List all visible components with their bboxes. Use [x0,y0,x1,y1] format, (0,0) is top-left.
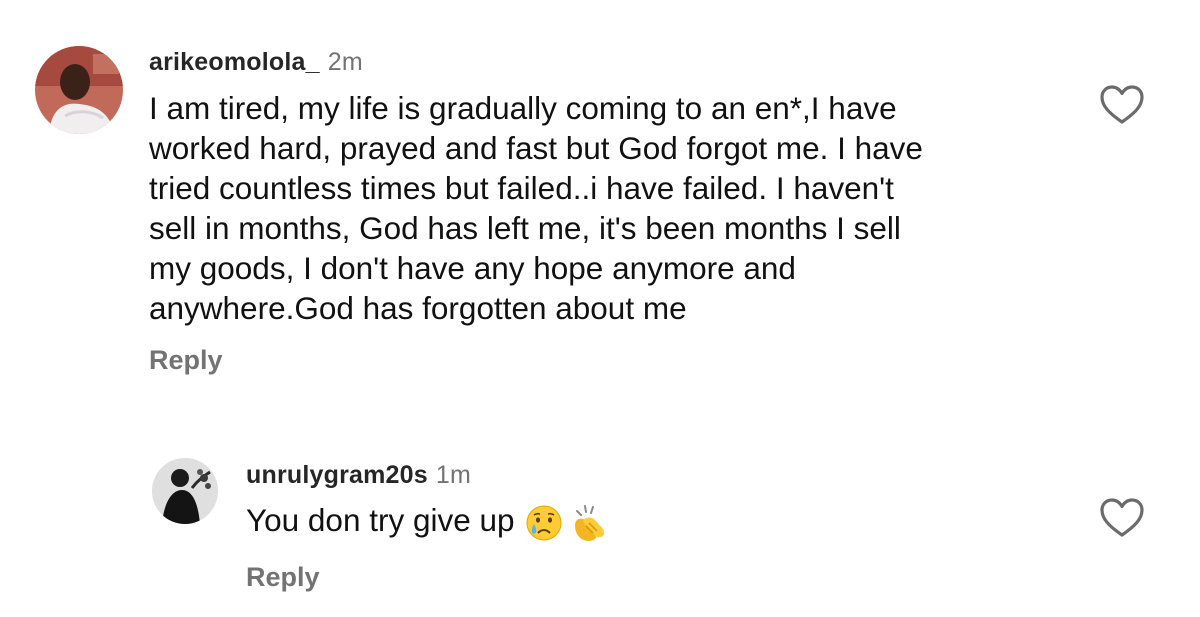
like-button[interactable] [1099,84,1145,126]
comment-line: anywhere.God has forgotten about me [149,290,687,326]
comment-line: sell in months, God has left me, it's be… [149,210,901,246]
comment-line: worked hard, prayed and fast but God for… [149,130,923,166]
crying-face-emoji [525,504,563,542]
heart-outline-icon [1100,498,1144,537]
heart-outline-icon [1100,85,1144,124]
comment-line: I am tired, my life is gradually coming … [149,90,897,126]
clapping-hands-emoji [569,503,609,543]
comment-line: my goods, I don't have any hope anymore … [149,250,796,286]
comment-header: arikeomolola_ 2m [149,48,363,77]
reply-button[interactable]: Reply [149,345,223,376]
username-link[interactable]: unrulygram20s [246,461,428,489]
comment-body: I am tired, my life is gradually coming … [149,88,923,328]
like-button[interactable] [1099,497,1145,539]
comment-body: You don try give up [246,500,609,543]
avatar[interactable] [152,458,218,524]
comment-header: unrulygram20s 1m [246,461,471,490]
comment-line: tried countless times but failed..i have… [149,170,894,206]
comment-thread: arikeomolola_ 2m I am tired, my life is g… [0,0,1200,617]
avatar[interactable] [35,46,123,134]
timestamp: 1m [435,461,471,489]
reply-button[interactable]: Reply [246,562,320,593]
comment-line: You don try give up [246,502,515,538]
username-link[interactable]: arikeomolola_ [149,48,320,76]
timestamp: 2m [327,48,363,76]
